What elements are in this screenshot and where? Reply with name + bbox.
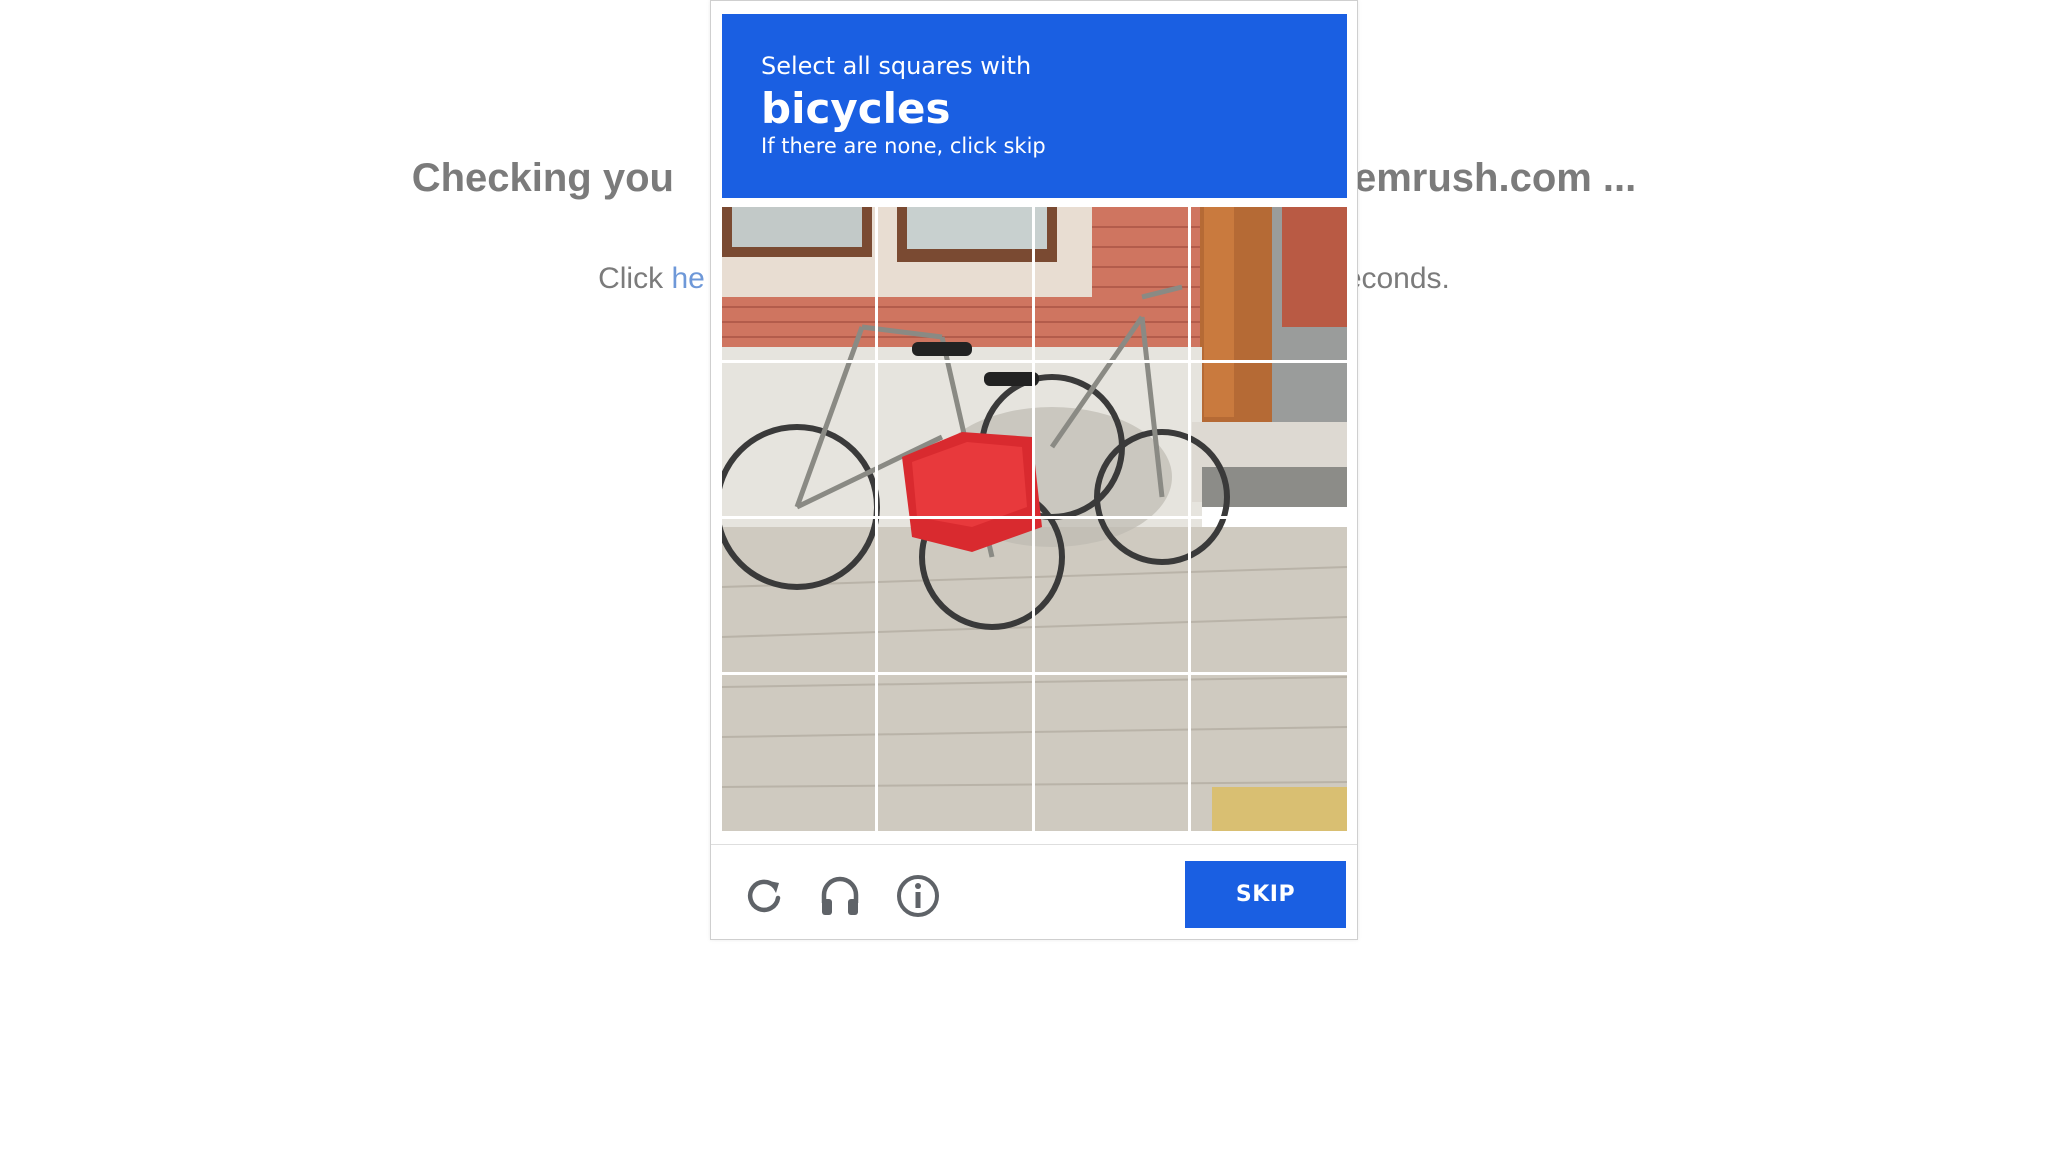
- headphones-icon[interactable]: [817, 873, 863, 919]
- grid-tile[interactable]: [1191, 675, 1347, 831]
- captcha-hint: If there are none, click skip: [761, 134, 1046, 158]
- grid-tile[interactable]: [1190, 363, 1347, 519]
- here-link[interactable]: he: [671, 262, 704, 295]
- grid-tile[interactable]: [878, 519, 1035, 675]
- grid-tile[interactable]: [1034, 363, 1191, 519]
- captcha-widget: Select all squares with bicycles If ther…: [710, 0, 1358, 940]
- page-heading-left: Checking you: [411, 156, 674, 200]
- page-heading-right: emrush.com ...: [1353, 156, 1637, 200]
- grid-tile[interactable]: [1190, 207, 1347, 363]
- grid-tile[interactable]: [878, 675, 1035, 831]
- captcha-instruction: Select all squares with: [761, 52, 1032, 80]
- challenge-page: Checking you emrush.com ... Click he econd…: [0, 0, 2048, 1152]
- captcha-image-grid: [722, 207, 1347, 831]
- captcha-header: Select all squares with bicycles If ther…: [722, 14, 1347, 198]
- grid-tile[interactable]: [1035, 675, 1191, 831]
- grid-tile[interactable]: [1190, 519, 1347, 675]
- grid-tile[interactable]: [722, 363, 879, 519]
- grid-tile[interactable]: [722, 675, 879, 831]
- skip-button[interactable]: SKIP: [1185, 861, 1346, 928]
- grid-tile[interactable]: [1034, 207, 1191, 363]
- grid-tile[interactable]: [1034, 519, 1191, 675]
- grid-tile[interactable]: [722, 519, 879, 675]
- captcha-target-word: bicycles: [761, 84, 951, 133]
- grid-tile[interactable]: [878, 363, 1035, 519]
- info-icon[interactable]: [895, 873, 941, 919]
- grid-tile[interactable]: [722, 207, 879, 363]
- reload-icon[interactable]: [741, 873, 787, 919]
- captcha-footer: SKIP: [711, 844, 1357, 941]
- instruction-text-right: econds.: [1344, 262, 1450, 295]
- instruction-text-left: Click: [598, 262, 672, 295]
- grid-tile[interactable]: [878, 207, 1035, 363]
